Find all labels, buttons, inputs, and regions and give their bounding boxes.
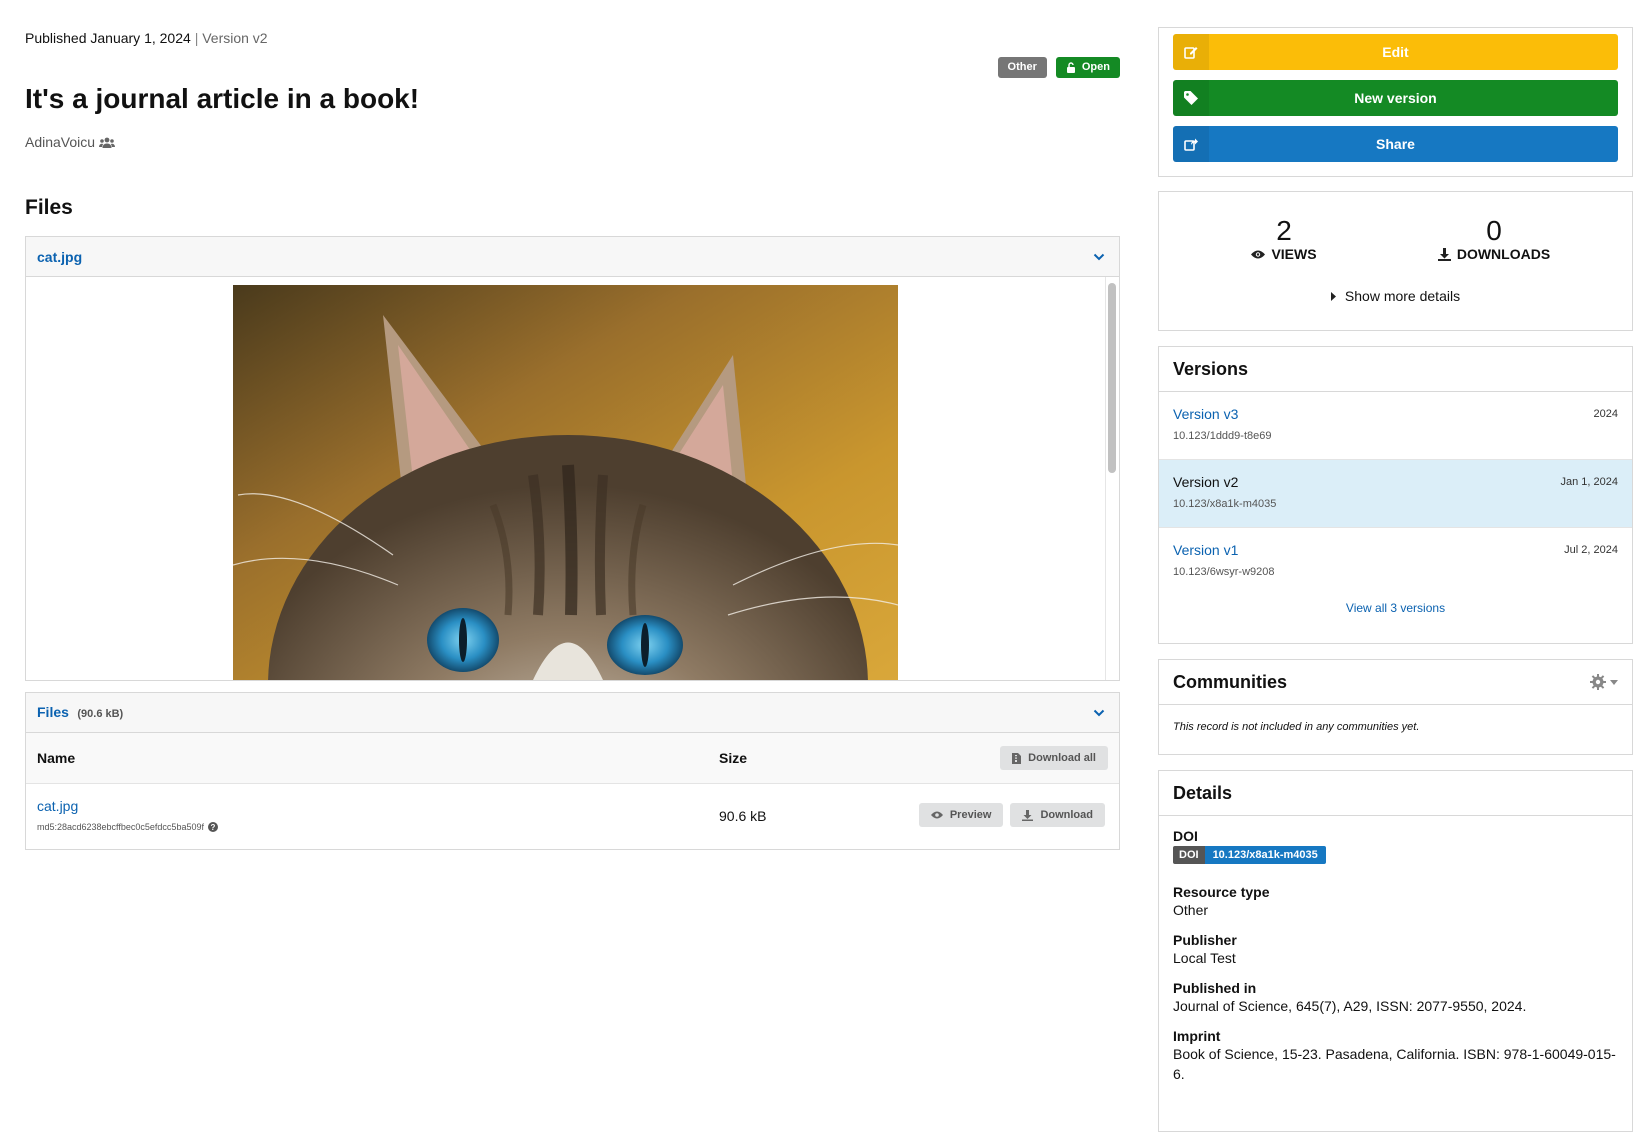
share-icon bbox=[1173, 126, 1209, 162]
version-date: 2024 bbox=[1593, 408, 1618, 420]
publisher-label: Publisher bbox=[1173, 932, 1237, 948]
communities-heading: Communities bbox=[1159, 660, 1632, 705]
preview-frame bbox=[26, 277, 1119, 680]
col-name: Name bbox=[37, 750, 76, 766]
file-link[interactable]: cat.jpg bbox=[37, 798, 78, 814]
downloads-stat: 0 DOWNLOADS bbox=[1404, 216, 1584, 262]
imprint-label: Imprint bbox=[1173, 1028, 1221, 1044]
record-labels: Other Open bbox=[997, 57, 1120, 78]
archive-icon bbox=[1012, 752, 1022, 764]
edit-button[interactable]: Edit bbox=[1173, 34, 1618, 70]
version-doi: 10.123/1ddd9-t8e69 bbox=[1173, 430, 1272, 442]
files-heading: Files bbox=[25, 196, 73, 219]
files-total-size: (90.6 kB) bbox=[77, 707, 124, 720]
file-actions: Preview Download bbox=[918, 803, 1105, 827]
view-all-versions-link[interactable]: View all 3 versions bbox=[1159, 601, 1632, 615]
preview-button[interactable]: Preview bbox=[918, 803, 1004, 827]
col-size: Size bbox=[719, 750, 748, 766]
version-link[interactable]: Version v3 bbox=[1173, 406, 1238, 422]
published-in-value: Journal of Science, 645(7), A29, ISSN: 2… bbox=[1173, 998, 1527, 1014]
doi-badge[interactable]: DOI 10.123/x8a1k-m4035 bbox=[1173, 846, 1326, 864]
versions-card: Versions Version v3 2024 10.123/1ddd9-t8… bbox=[1158, 346, 1633, 644]
file-preview-panel: cat.jpg bbox=[25, 236, 1120, 681]
version-date: Jan 1, 2024 bbox=[1560, 476, 1619, 488]
unlock-icon bbox=[1066, 62, 1076, 73]
version-link[interactable]: Version v1 bbox=[1173, 542, 1238, 558]
preview-scrollbar[interactable] bbox=[1108, 283, 1116, 473]
creator[interactable]: AdinaVoicu bbox=[25, 134, 116, 150]
imprint-value: Book of Science, 15-23. Pasadena, Califo… bbox=[1173, 1046, 1616, 1082]
chevron-down-icon[interactable] bbox=[1093, 253, 1105, 261]
details-body: DOI DOI 10.123/x8a1k-m4035 Resource type… bbox=[1159, 816, 1632, 1108]
details-card: Details DOI DOI 10.123/x8a1k-m4035 Resou… bbox=[1158, 770, 1633, 1132]
caret-down-icon bbox=[1610, 679, 1618, 685]
eye-icon bbox=[930, 811, 943, 819]
version-item[interactable]: Version v1 Jul 2, 2024 10.123/6wsyr-w920… bbox=[1159, 528, 1632, 596]
new-version-button[interactable]: New version bbox=[1173, 80, 1618, 116]
file-size: 90.6 kB bbox=[719, 808, 767, 824]
views-label: VIEWS bbox=[1271, 246, 1317, 262]
publisher-value: Local Test bbox=[1173, 950, 1236, 966]
version-link[interactable]: Version v2 bbox=[1173, 474, 1238, 490]
versions-heading: Versions bbox=[1159, 347, 1632, 392]
preview-filename[interactable]: cat.jpg bbox=[37, 249, 82, 265]
downloads-count: 0 bbox=[1486, 215, 1502, 246]
files-table-header: Name Size Download all bbox=[26, 733, 1119, 784]
published-date: Published January 1, 2024 bbox=[25, 30, 191, 46]
preview-panel-header[interactable]: cat.jpg bbox=[26, 237, 1119, 277]
separator: | bbox=[194, 30, 199, 46]
published-in-label: Published in bbox=[1173, 980, 1257, 996]
download-button[interactable]: Download bbox=[1010, 803, 1105, 827]
chevron-down-icon[interactable] bbox=[1093, 709, 1105, 717]
record-statistics: 2 VIEWS 0 DOWNLOADS Show more details bbox=[1158, 191, 1633, 331]
resource-type-value: Other bbox=[1173, 902, 1209, 918]
views-stat: 2 VIEWS bbox=[1194, 216, 1374, 262]
version-doi: 10.123/6wsyr-w9208 bbox=[1173, 566, 1275, 578]
cat-image bbox=[233, 285, 898, 680]
publication-info: Published January 1, 2024 | Version v2 O… bbox=[25, 30, 1120, 78]
resource-type-label: Resource type bbox=[1173, 884, 1270, 900]
record-actions: Edit New version Share bbox=[1158, 27, 1633, 177]
question-circle-icon[interactable]: ? bbox=[207, 822, 218, 832]
eye-icon bbox=[1251, 250, 1266, 259]
share-button[interactable]: Share bbox=[1173, 126, 1618, 162]
resource-type-badge: Other bbox=[997, 57, 1047, 78]
edit-icon bbox=[1173, 34, 1209, 70]
communities-empty-text: This record is not included in any commu… bbox=[1173, 721, 1420, 733]
version-item-current[interactable]: Version v2 Jan 1, 2024 10.123/x8a1k-m403… bbox=[1159, 460, 1632, 528]
tag-icon bbox=[1173, 80, 1209, 116]
file-checksum: md5:28acd6238ebcffbec0c5efdcc5ba509f ? bbox=[37, 822, 218, 832]
record-title: It's a journal article in a book! bbox=[25, 83, 420, 114]
version-item[interactable]: Version v3 2024 10.123/1ddd9-t8e69 bbox=[1159, 392, 1632, 460]
show-more-details[interactable]: Show more details bbox=[1159, 288, 1632, 304]
communities-card: Communities This record is not included … bbox=[1158, 659, 1633, 755]
version-label: Version v2 bbox=[202, 30, 268, 46]
version-date: Jul 2, 2024 bbox=[1564, 544, 1618, 556]
download-icon bbox=[1437, 247, 1451, 261]
download-icon bbox=[1022, 809, 1034, 821]
download-all-button[interactable]: Download all bbox=[1000, 746, 1108, 770]
version-doi: 10.123/x8a1k-m4035 bbox=[1173, 498, 1277, 510]
files-list-panel: Files (90.6 kB) Name Size Download all c… bbox=[25, 692, 1120, 850]
details-heading: Details bbox=[1159, 771, 1632, 816]
doi-label: DOI bbox=[1173, 828, 1198, 844]
downloads-label: DOWNLOADS bbox=[1456, 246, 1551, 262]
table-row: cat.jpg md5:28acd6238ebcffbec0c5efdcc5ba… bbox=[26, 784, 1119, 848]
gear-icon[interactable] bbox=[1590, 674, 1618, 690]
creator-name[interactable]: AdinaVoicu bbox=[25, 134, 95, 150]
files-panel-header[interactable]: Files (90.6 kB) bbox=[26, 693, 1119, 733]
users-icon bbox=[99, 137, 116, 148]
files-panel-title[interactable]: Files bbox=[37, 704, 69, 720]
svg-text:?: ? bbox=[211, 823, 216, 832]
caret-right-icon bbox=[1330, 291, 1337, 301]
access-status-badge: Open bbox=[1055, 57, 1120, 78]
views-count: 2 bbox=[1276, 215, 1292, 246]
